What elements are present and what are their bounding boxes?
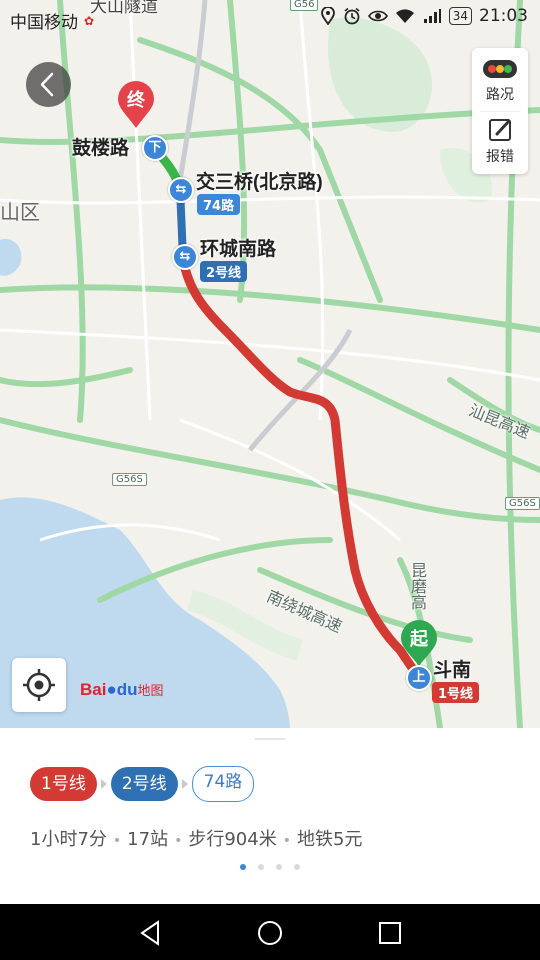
circle-home-icon bbox=[258, 921, 282, 945]
transfer-icon[interactable]: ⇆ bbox=[172, 244, 198, 270]
transfer2-label: 环城南路 bbox=[200, 239, 277, 260]
nav-recents-button[interactable] bbox=[375, 918, 405, 948]
walk-distance: 步行904米 bbox=[188, 829, 277, 850]
back-arrow-icon bbox=[40, 72, 54, 97]
traffic-button[interactable]: 路况 bbox=[472, 50, 528, 110]
line1-tag: 1号线 bbox=[432, 682, 480, 703]
location-icon bbox=[320, 7, 335, 25]
stop-count: 17站 bbox=[127, 829, 169, 850]
alarm-icon bbox=[344, 7, 360, 25]
crosshair-icon bbox=[23, 669, 55, 701]
route-map[interactable]: 汕昆高速 南绕城高速 昆磨高 山区 大山隧道 G56S G56S G56 终 鼓… bbox=[0, 0, 540, 728]
page-dot bbox=[294, 864, 300, 870]
district-label: 山区 bbox=[0, 200, 40, 224]
segment-line2-chip: 2号线 bbox=[110, 767, 178, 801]
map-canvas bbox=[0, 0, 540, 728]
clock: 21:03 bbox=[479, 6, 528, 26]
page-dot bbox=[240, 864, 246, 870]
traffic-light-icon bbox=[483, 60, 517, 78]
square-recents-icon bbox=[379, 922, 401, 944]
route-sheet[interactable]: 1号线 2号线 74路 1小时7分 • 17站 • 步行904米 • 地铁5元 bbox=[0, 728, 540, 904]
transfer-icon[interactable]: ⇆ bbox=[168, 177, 194, 203]
battery-indicator: 34 bbox=[448, 7, 472, 25]
system-nav-bar bbox=[0, 904, 540, 960]
alight-marker: 下 bbox=[142, 135, 168, 161]
signal-icon bbox=[423, 9, 441, 23]
line2-tag: 2号线 bbox=[200, 261, 248, 282]
locate-button[interactable] bbox=[12, 658, 66, 712]
fare: 地铁5元 bbox=[296, 829, 363, 850]
sheet-grab-handle[interactable] bbox=[255, 738, 285, 740]
eye-icon bbox=[367, 10, 388, 22]
chevron-right-icon bbox=[181, 779, 188, 789]
board-marker: 上 bbox=[406, 665, 432, 691]
start-marker: 起 bbox=[410, 629, 428, 650]
route-stats: 1小时7分 • 17站 • 步行904米 • 地铁5元 bbox=[30, 829, 363, 850]
route-segments: 1号线 2号线 74路 bbox=[30, 766, 255, 802]
destination-label: 鼓楼路 bbox=[72, 138, 130, 159]
map-side-panel: 路况 报错 bbox=[472, 48, 528, 174]
origin-label: 斗南 bbox=[433, 660, 472, 681]
page-indicator bbox=[240, 864, 300, 870]
nav-back-button[interactable] bbox=[136, 918, 166, 948]
report-label: 报错 bbox=[486, 149, 514, 165]
status-bar: 中国移动 ✿ 34 21:03 bbox=[0, 0, 540, 36]
bus-route-tag: 74路 bbox=[197, 194, 241, 215]
back-button[interactable] bbox=[26, 62, 71, 107]
carrier-label: 中国移动 bbox=[10, 13, 78, 33]
edit-icon bbox=[489, 119, 511, 141]
chevron-right-icon bbox=[100, 779, 107, 789]
nav-home-button[interactable] bbox=[255, 918, 285, 948]
duration: 1小时7分 bbox=[30, 829, 107, 850]
app-notification-icon: ✿ bbox=[84, 13, 95, 28]
transfer1-label: 交三桥(北京路) bbox=[196, 172, 323, 193]
highway-badge: G56S bbox=[112, 473, 147, 486]
destination-pin[interactable]: 终 bbox=[116, 80, 156, 130]
paw-icon: ● bbox=[106, 680, 117, 699]
report-button[interactable]: 报错 bbox=[472, 112, 528, 172]
highway-badge: G56S bbox=[505, 497, 540, 510]
baidu-map-logo: Bai●du地图 bbox=[80, 680, 164, 699]
page-dot bbox=[258, 864, 264, 870]
road-label-kunmo: 昆磨高 bbox=[408, 562, 427, 610]
traffic-label: 路况 bbox=[486, 87, 514, 103]
terminal-marker: 终 bbox=[127, 90, 145, 111]
segment-line1-chip: 1号线 bbox=[30, 767, 97, 801]
wifi-icon bbox=[395, 9, 414, 23]
segment-bus-chip: 74路 bbox=[191, 766, 255, 802]
page-dot bbox=[276, 864, 282, 870]
triangle-back-icon bbox=[140, 920, 159, 946]
